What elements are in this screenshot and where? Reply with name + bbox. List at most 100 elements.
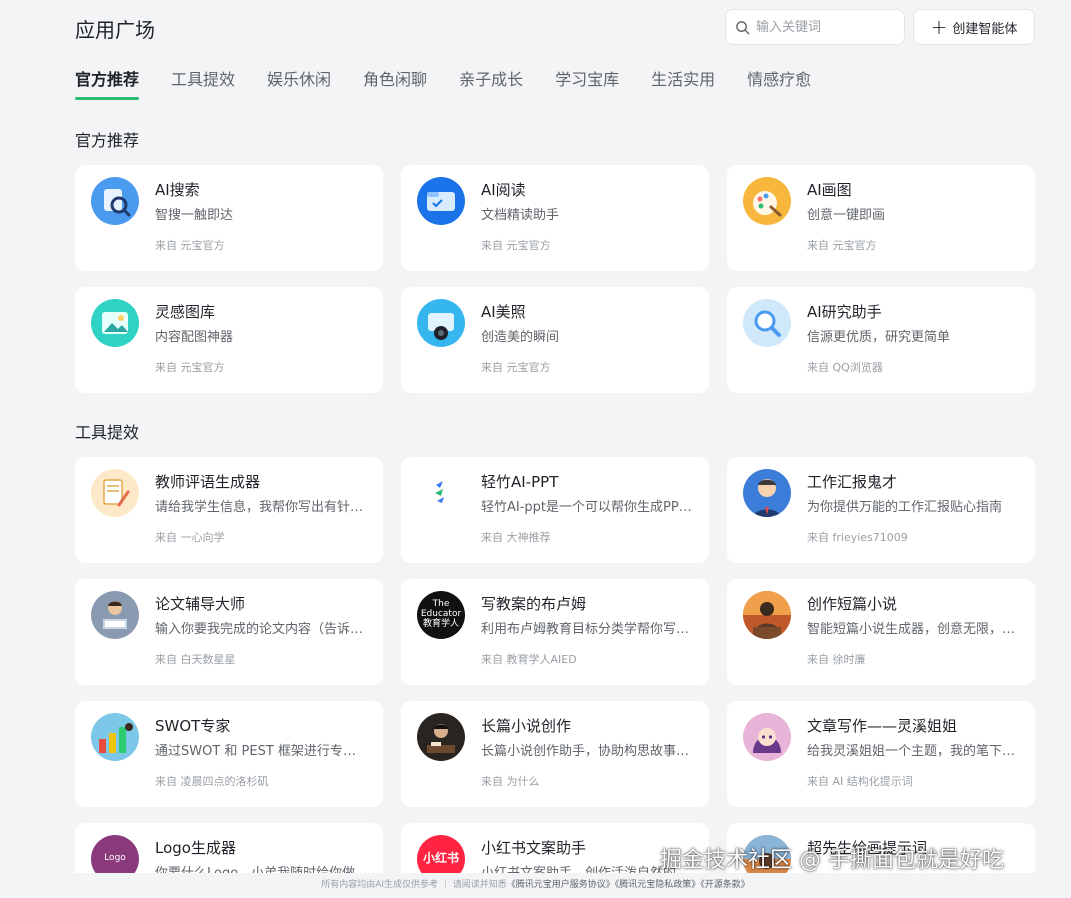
privacy-policy-link[interactable]: 《腾讯元宝隐私政策》 — [615, 880, 701, 890]
app-card-ai-draw[interactable]: AI画图 创意一键即画 来自 元宝官方 — [727, 165, 1035, 271]
app-name: AI画图 — [807, 181, 852, 199]
app-desc: 内容配图神器 — [155, 330, 234, 345]
app-card-bamboo-ppt[interactable]: 轻竹AI-PPT 轻竹AI-ppt是一个可以帮你生成PPT的助手 来自 大神推荐 — [401, 457, 709, 563]
search-input[interactable] — [756, 19, 896, 35]
app-source: 来自 白天数星星 — [155, 653, 236, 666]
app-card-swot-expert[interactable]: SWOT专家 通过SWOT 和 PEST 框架进行专业分析 来自 凌晨四点的洛杉… — [75, 701, 383, 807]
tab-life[interactable]: 生活实用 — [651, 66, 715, 100]
app-name: 轻竹AI-PPT — [481, 473, 559, 491]
tab-entertainment[interactable]: 娱乐休闲 — [267, 66, 331, 100]
app-card-thesis-mentor[interactable]: 论文辅导大师 输入你要我完成的论文内容（告诉我题目） 来自 白天数星星 — [75, 579, 383, 685]
anime-girl-icon — [743, 713, 791, 761]
app-name: 写教案的布卢姆 — [481, 595, 587, 613]
app-desc: 创造美的瞬间 — [481, 330, 560, 345]
app-source: 来自 QQ浏览器 — [807, 361, 883, 374]
app-desc: 创意一键即画 — [807, 208, 886, 223]
app-name: 论文辅导大师 — [155, 595, 246, 613]
app-desc: 轻竹AI-ppt是一个可以帮你生成PPT的助手 — [481, 500, 693, 515]
app-desc: 请给我学生信息，我帮你写出有针对性的评语 — [155, 500, 367, 515]
tab-official[interactable]: 官方推荐 — [75, 66, 140, 100]
app-source: 来自 为什么 — [481, 775, 540, 788]
research-magnifier-icon — [743, 299, 791, 347]
app-name: AI阅读 — [481, 181, 526, 199]
app-card-ai-photo[interactable]: AI美照 创造美的瞬间 来自 元宝官方 — [401, 287, 709, 393]
app-desc: 信源更优质，研究更简单 — [807, 330, 951, 345]
app-card-ai-research[interactable]: AI研究助手 信源更优质，研究更简单 来自 QQ浏览器 — [727, 287, 1035, 393]
app-desc: 智能短篇小说生成器，创意无限，一键成文 — [807, 622, 1019, 637]
folder-read-icon — [417, 177, 465, 225]
create-agent-label: 创建智能体 — [952, 21, 1018, 37]
tab-parenting[interactable]: 亲子成长 — [459, 66, 523, 100]
app-desc: 通过SWOT 和 PEST 框架进行专业分析 — [155, 744, 367, 759]
user-agreement-link[interactable]: 《腾讯元宝用户服务协议》 — [507, 880, 615, 890]
businessman-avatar-icon — [743, 469, 791, 517]
app-source: 来自 元宝官方 — [481, 361, 551, 374]
app-source: 来自 大神推荐 — [481, 531, 551, 544]
app-desc: 长篇小说创作助手，协助构思故事情节 — [481, 744, 693, 759]
app-desc: 输入你要我完成的论文内容（告诉我题目） — [155, 622, 367, 637]
student-reading-icon — [91, 591, 139, 639]
create-agent-button[interactable]: + 创建智能体 — [913, 9, 1035, 45]
app-name: 创作短篇小说 — [807, 595, 898, 613]
palette-brush-icon — [743, 177, 791, 225]
app-source: 来自 元宝官方 — [481, 239, 551, 252]
search-icon — [736, 20, 750, 34]
tab-emotional[interactable]: 情感疗愈 — [747, 66, 811, 100]
app-card-short-story[interactable]: 创作短篇小说 智能短篇小说生成器，创意无限，一键成文 来自 徐时廉 — [727, 579, 1035, 685]
tab-learning[interactable]: 学习宝库 — [555, 66, 619, 100]
category-tabs: 官方推荐 工具提效 娱乐休闲 角色闲聊 亲子成长 学习宝库 生活实用 情感疗愈 — [75, 66, 843, 102]
business-chart-icon — [91, 713, 139, 761]
app-name: 文章写作——灵溪姐姐 — [807, 717, 958, 735]
app-source: 来自 元宝官方 — [807, 239, 877, 252]
app-desc: 智搜一触即达 — [155, 208, 234, 223]
app-source: 来自 元宝官方 — [155, 361, 225, 374]
watermark: 掘金技术社区 @ 手撕面包就是好吃 — [660, 848, 1004, 873]
page-title: 应用广场 — [75, 18, 155, 42]
app-desc: 给我灵溪姐姐一个主题，我的笔下生花 — [807, 744, 1019, 759]
app-card-work-report[interactable]: 工作汇报鬼才 为你提供万能的工作汇报贴心指南 来自 frieyies71009 — [727, 457, 1035, 563]
app-card-bloom-lesson[interactable]: The Educator 教育学人 写教案的布卢姆 利用布卢姆教育目标分类学帮你… — [401, 579, 709, 685]
open-source-link[interactable]: 《开源条款》 — [700, 880, 750, 890]
search-box[interactable] — [725, 9, 905, 45]
app-card-long-novel[interactable]: 长篇小说创作 长篇小说创作助手，协助构思故事情节 来自 为什么 — [401, 701, 709, 807]
app-card-article-writing[interactable]: 文章写作——灵溪姐姐 给我灵溪姐姐一个主题，我的笔下生花 来自 AI 结构化提示… — [727, 701, 1035, 807]
footer: 所有内容均由AI生成仅供参考 ｜ 请阅读并知悉《腾讯元宝用户服务协议》《腾讯元宝… — [0, 873, 1071, 898]
app-source: 来自 凌晨四点的洛杉矶 — [155, 775, 269, 788]
app-card-inspiration-gallery[interactable]: 灵感图库 内容配图神器 来自 元宝官方 — [75, 287, 383, 393]
camera-photo-icon — [417, 299, 465, 347]
section-title-tools: 工具提效 — [75, 423, 140, 442]
app-card-ai-read[interactable]: AI阅读 文档精读助手 来自 元宝官方 — [401, 165, 709, 271]
novelist-desk-icon — [417, 713, 465, 761]
image-gallery-icon — [91, 299, 139, 347]
app-desc: 利用布卢姆教育目标分类学帮你写教案 — [481, 622, 693, 637]
educator-logo-icon: The Educator 教育学人 — [417, 591, 465, 639]
header: 应用广场 + 创建智能体 — [0, 0, 1071, 56]
app-name: 小红书文案助手 — [481, 839, 587, 857]
footer-notice: 所有内容均由AI生成仅供参考 ｜ 请阅读并知悉 — [321, 880, 507, 890]
app-name: 灵感图库 — [155, 303, 216, 321]
app-name: 教师评语生成器 — [155, 473, 261, 491]
app-name: SWOT专家 — [155, 717, 231, 735]
app-desc: 文档精读助手 — [481, 208, 560, 223]
app-name: 长篇小说创作 — [481, 717, 572, 735]
logo-avatar-text: Logo — [104, 853, 126, 864]
app-source: 来自 教育学人AIED — [481, 653, 577, 666]
xiaohongshu-avatar-text: 小红书 — [422, 851, 459, 866]
bamboo-logo-icon — [417, 469, 465, 517]
app-name: 工作汇报鬼才 — [807, 473, 898, 491]
app-desc: 为你提供万能的工作汇报贴心指南 — [807, 500, 1003, 515]
magnifier-doc-icon — [91, 177, 139, 225]
notepad-pencil-icon — [91, 469, 139, 517]
writer-sunset-icon — [743, 591, 791, 639]
plus-icon: + — [930, 15, 948, 39]
app-name: AI研究助手 — [807, 303, 882, 321]
app-card-teacher-comment[interactable]: 教师评语生成器 请给我学生信息，我帮你写出有针对性的评语 来自 一心向学 — [75, 457, 383, 563]
app-source: 来自 徐时廉 — [807, 653, 866, 666]
app-source: 来自 AI 结构化提示词 — [807, 775, 913, 788]
app-card-ai-search[interactable]: AI搜索 智搜一触即达 来自 元宝官方 — [75, 165, 383, 271]
app-name: AI美照 — [481, 303, 526, 321]
tab-tools[interactable]: 工具提效 — [171, 66, 235, 100]
tab-role-chat[interactable]: 角色闲聊 — [363, 66, 427, 100]
app-source: 来自 一心向学 — [155, 531, 225, 544]
educator-logo-line3: 教育学人 — [422, 618, 459, 629]
